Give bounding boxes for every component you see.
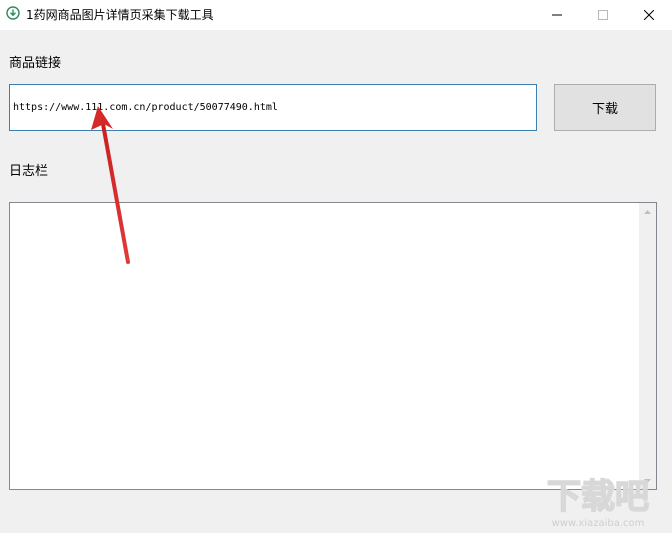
maximize-button[interactable] (580, 0, 626, 30)
scroll-down-icon (644, 478, 651, 483)
log-scrollbar[interactable] (639, 203, 656, 489)
app-window: 1药网商品图片详情页采集下载工具 商品链接 https://www.111.co… (0, 0, 672, 533)
scroll-down-button[interactable] (639, 472, 656, 489)
minimize-icon (552, 14, 562, 16)
scroll-up-button[interactable] (639, 203, 656, 220)
maximize-icon (598, 10, 608, 20)
download-icon (6, 6, 20, 20)
url-input-value: https://www.111.com.cn/product/50077490.… (13, 102, 278, 113)
download-button[interactable]: 下载 (554, 84, 656, 131)
close-icon (644, 10, 654, 20)
url-label: 商品链接 (9, 56, 62, 71)
log-textarea[interactable] (9, 202, 657, 490)
log-label: 日志栏 (9, 164, 49, 179)
scroll-up-icon (644, 209, 651, 214)
close-button[interactable] (626, 0, 672, 30)
download-button-label: 下载 (591, 102, 618, 117)
window-title: 1药网商品图片详情页采集下载工具 (26, 8, 214, 22)
url-input[interactable]: https://www.111.com.cn/product/50077490.… (9, 84, 537, 131)
minimize-button[interactable] (534, 0, 580, 30)
title-bar[interactable]: 1药网商品图片详情页采集下载工具 (0, 0, 672, 30)
